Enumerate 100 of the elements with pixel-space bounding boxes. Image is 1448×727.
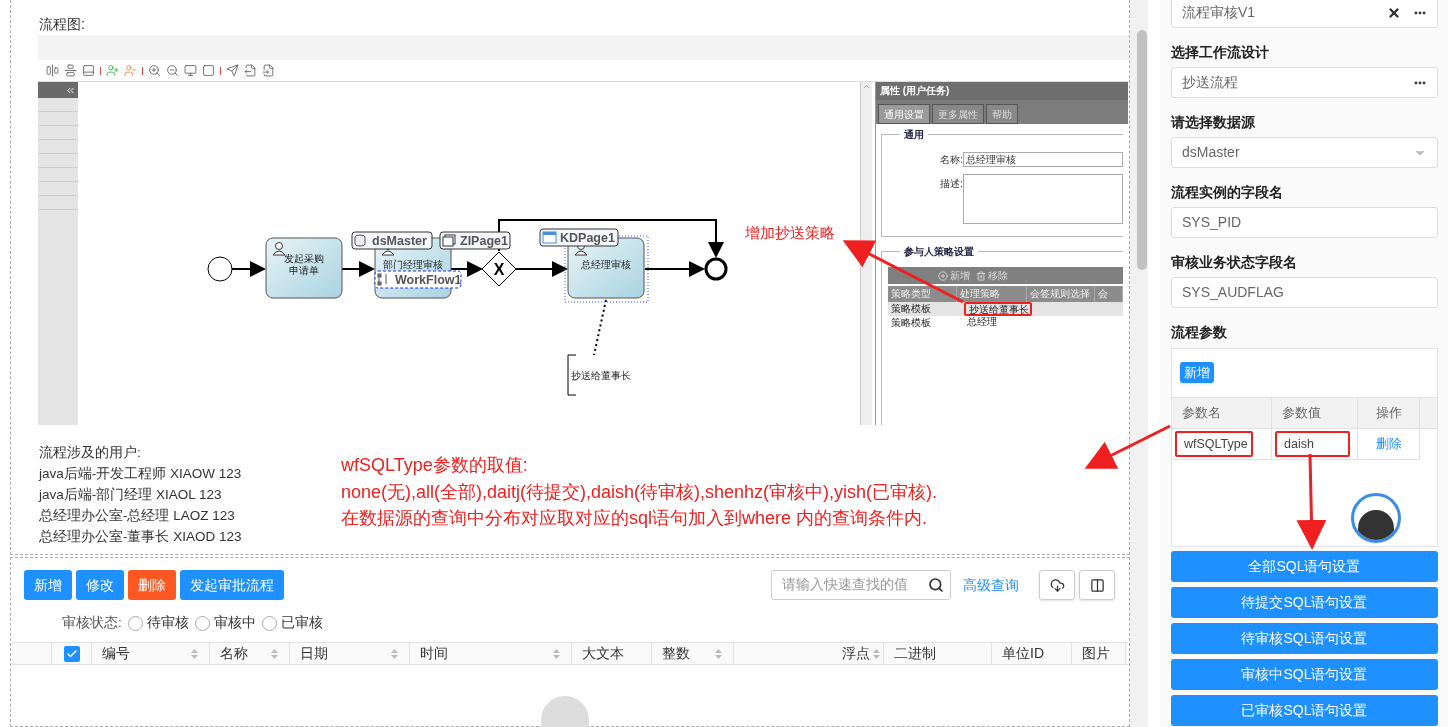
- input-field[interactable]: 抄送流程: [1171, 67, 1438, 98]
- search-icon: [928, 577, 944, 593]
- column-header: 图片: [1082, 644, 1111, 663]
- fit-icon: [202, 64, 215, 77]
- download-button[interactable]: [1039, 570, 1075, 600]
- scroll-up-icon: [862, 82, 871, 91]
- association-line: [593, 299, 607, 356]
- status-label: 审核状态:: [62, 613, 122, 632]
- table-cell-text: 总经理: [966, 316, 998, 329]
- field-label: 描述:: [939, 177, 963, 191]
- export-icon: [244, 64, 257, 77]
- user-entry: 总经理办公室-总经理 LAOZ 123: [39, 507, 236, 525]
- add-user-icon: [106, 64, 119, 77]
- align-icon: [46, 64, 59, 77]
- add-param-button[interactable]: 新增: [1180, 362, 1214, 383]
- sql-settings-button[interactable]: 审核中SQL语句设置: [1171, 659, 1438, 690]
- annotation-text: wfSQLType参数的取值:: [341, 454, 529, 477]
- column-header: 日期: [300, 644, 329, 663]
- separator-icon: [220, 66, 221, 75]
- field-label: 流程参数: [1171, 323, 1228, 342]
- input-field[interactable]: 流程审核V1: [1171, 0, 1438, 28]
- separator-icon: [100, 66, 101, 75]
- select-field[interactable]: dsMaster: [1171, 137, 1438, 168]
- page-badge[interactable]: KDPage1: [539, 228, 619, 247]
- select-all-checkbox[interactable]: [63, 645, 80, 662]
- column-header: 二进制: [894, 644, 937, 663]
- description-field[interactable]: [963, 174, 1123, 224]
- columns-button[interactable]: [1079, 570, 1115, 600]
- sql-settings-button[interactable]: 全部SQL语句设置: [1171, 551, 1438, 582]
- annotation-text: none(无),all(全部),daitj(待提交),daish(待审核),shenhz(审核中),yish(已审核).: [341, 480, 938, 504]
- status-radio[interactable]: 待审核: [127, 612, 189, 634]
- align-icon: [64, 64, 77, 77]
- field-label: 审核业务状态字段名: [1171, 253, 1298, 272]
- sequence-flow: [450, 261, 483, 277]
- task-label: 申请单: [289, 265, 319, 276]
- datasource-badge[interactable]: dsMaster: [351, 231, 433, 250]
- task-label: 发起采购: [284, 253, 324, 264]
- table-cell-text: 策略模板: [890, 302, 932, 316]
- check-icon: [65, 647, 78, 660]
- field-label: 流程实例的字段名: [1171, 183, 1284, 202]
- users-title: 流程涉及的用户:: [39, 444, 142, 462]
- columns-icon: [1089, 577, 1105, 593]
- fieldset-legend: 参与人策略设置: [900, 244, 978, 259]
- field-label: 选择工作流设计: [1171, 43, 1270, 62]
- monitor-icon: [184, 64, 197, 77]
- column-header: 参数名: [1172, 398, 1272, 428]
- sql-settings-button[interactable]: 待审核SQL语句设置: [1171, 623, 1438, 654]
- annotation-text: 在数据源的查询中分布对应取对应的sql语句加入到where 内的查询条件内.: [341, 507, 929, 530]
- user-entry: java后端-部门经理 XIAOL 123: [39, 486, 223, 504]
- workflow-badge[interactable]: WorkFlow1: [374, 270, 462, 289]
- properties-tab[interactable]: 通用设置: [878, 104, 930, 124]
- name-field[interactable]: 总经理审核: [963, 152, 1123, 167]
- grid-action[interactable]: 新增: [938, 268, 970, 283]
- sql-settings-button[interactable]: 待提交SQL语句设置: [1171, 587, 1438, 618]
- sequence-flow: [644, 261, 705, 277]
- separator-icon: [142, 66, 143, 75]
- page-badge[interactable]: ZIPage1: [439, 231, 511, 250]
- toolbar-button[interactable]: 新增: [24, 570, 72, 600]
- cloud-download-icon: [1049, 577, 1065, 593]
- toolbar-button[interactable]: 修改: [76, 570, 124, 600]
- toolbar-button[interactable]: 删除: [128, 570, 176, 600]
- advanced-search-link[interactable]: 高级查询: [963, 574, 1019, 596]
- table-cell: daish: [1275, 431, 1350, 457]
- column-header: 操作: [1358, 398, 1420, 428]
- input-field[interactable]: SYS_PID: [1171, 207, 1438, 238]
- import-icon: [262, 64, 275, 77]
- add-icon: [938, 270, 948, 281]
- delete-link[interactable]: 删除: [1375, 434, 1402, 454]
- table-cell: wfSQLType: [1175, 431, 1253, 457]
- layout-icon: [82, 64, 95, 77]
- task-label: 总经理审核: [581, 259, 631, 270]
- sql-settings-button[interactable]: 已审核SQL语句设置: [1171, 695, 1438, 726]
- column-header: 整数: [662, 644, 691, 663]
- section-label: 流程图:: [38, 15, 86, 32]
- zoom-in-icon: [148, 64, 161, 77]
- status-radio[interactable]: 已审核: [261, 612, 323, 634]
- properties-tab[interactable]: 帮助: [986, 104, 1018, 124]
- user-entry: java后端-开发工程师 XIAOW 123: [39, 465, 243, 483]
- grid-action[interactable]: 移除: [976, 268, 1008, 283]
- column-header: 时间: [420, 644, 449, 663]
- sequence-flow: [231, 261, 266, 277]
- column-header: 名称: [220, 644, 249, 663]
- trash-icon: [976, 270, 986, 281]
- end-event[interactable]: [704, 257, 728, 281]
- user-entry: 总经理办公室-董事长 XIAOD 123: [39, 528, 243, 546]
- status-radio[interactable]: 审核中: [194, 612, 256, 634]
- start-event[interactable]: [207, 256, 233, 282]
- search-field[interactable]: 请输入快速查找的值: [771, 570, 951, 600]
- exclusive-gateway[interactable]: X: [481, 251, 517, 287]
- annotation-text: 增加抄送策略: [745, 223, 835, 243]
- toolbar-button[interactable]: 发起审批流程: [180, 570, 284, 600]
- column-header: 编号: [102, 644, 131, 663]
- input-field[interactable]: SYS_AUDFLAG: [1171, 277, 1438, 308]
- send-icon: [226, 64, 239, 77]
- properties-tab[interactable]: 更多属性: [932, 104, 984, 124]
- field-label: 请选择数据源: [1171, 113, 1256, 132]
- zoom-out-icon: [166, 64, 179, 77]
- column-header: 浮点: [842, 644, 870, 663]
- sequence-flow: [341, 261, 375, 277]
- user-task[interactable]: [265, 237, 343, 299]
